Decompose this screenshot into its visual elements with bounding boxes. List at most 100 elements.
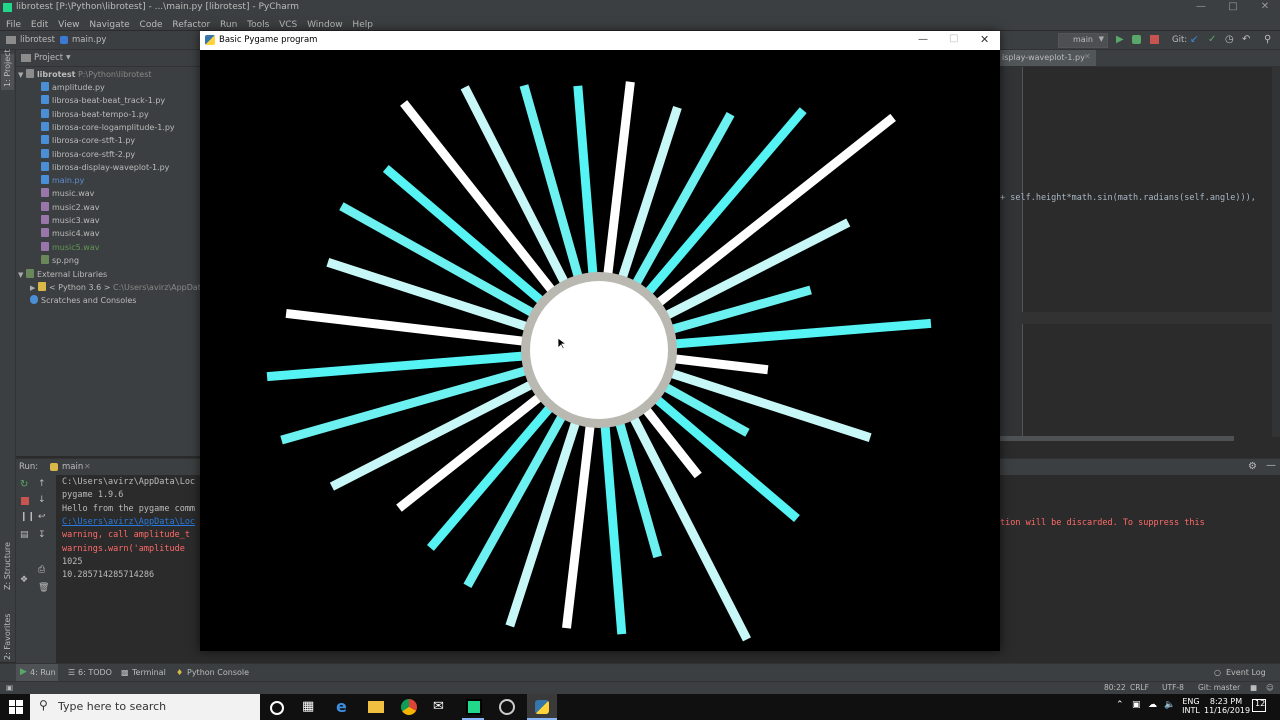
status-layout-icon[interactable]: ▣ <box>6 683 13 692</box>
chrome-icon[interactable] <box>401 699 417 715</box>
file-item[interactable]: music.wav <box>41 187 94 200</box>
task-view-icon[interactable]: ▦ <box>302 699 318 715</box>
run-tool-tab[interactable]: 4: Run ▶ <box>16 664 58 682</box>
pycharm-taskbar-icon[interactable] <box>466 699 482 715</box>
run-config-select[interactable]: main ▼ <box>1058 33 1108 48</box>
pygame-canvas[interactable] <box>200 50 1000 651</box>
file-encoding[interactable]: UTF-8 <box>1162 683 1184 692</box>
debug-icon[interactable] <box>1132 35 1141 44</box>
menu-refactor[interactable]: Refactor <box>172 20 210 30</box>
scroll-to-end-icon[interactable]: ↧ <box>38 530 46 540</box>
pygame-close-icon[interactable]: ✕ <box>980 33 989 46</box>
layout-icon[interactable]: ▤ <box>20 530 29 540</box>
clock[interactable]: 8:23 PM 11/16/2019 <box>1204 697 1250 715</box>
project-tool-button[interactable]: 1: Project <box>1 49 14 90</box>
print-icon[interactable]: ⎙ <box>38 565 45 575</box>
file-item[interactable]: librosa-core-logamplitude-1.py <box>41 121 175 134</box>
tree-scratches[interactable]: Scratches and Consoles <box>30 294 136 307</box>
menu-view[interactable]: View <box>58 20 79 30</box>
soft-wrap-icon[interactable]: ↩ <box>38 512 46 522</box>
line-separator[interactable]: CRLF <box>1130 683 1149 692</box>
minimize-panel-icon[interactable]: — <box>1266 460 1276 471</box>
trash-icon[interactable]: 🗑 <box>38 583 49 593</box>
volume-icon[interactable]: 🔈 <box>1164 700 1175 710</box>
file-item[interactable]: librosa-core-stft-2.py <box>41 148 135 161</box>
menu-file[interactable]: File <box>6 20 21 30</box>
rerun-icon[interactable]: ↻ <box>20 479 28 490</box>
menu-code[interactable]: Code <box>140 20 163 30</box>
tree-python-sdk[interactable]: ▶ < Python 3.6 > C:\Users\avirz\AppData\… <box>30 281 218 294</box>
ide-close-icon[interactable]: ✕ <box>1250 1 1280 12</box>
memory-indicator-icon[interactable]: ☺ <box>1266 683 1274 692</box>
file-item[interactable]: librosa-beat-beat_track-1.py <box>41 94 165 107</box>
language-indicator[interactable]: ENG INTL <box>1180 697 1202 715</box>
pygame-title-bar[interactable]: Basic Pygame program — □ ✕ <box>200 31 1000 50</box>
pause-icon[interactable]: ❙❙ <box>20 512 35 522</box>
project-view-select[interactable]: Project <box>34 53 63 63</box>
favorites-tool-label[interactable]: 2: Favorites <box>3 614 12 660</box>
mail-icon[interactable]: ✉ <box>433 699 449 715</box>
git-history-icon[interactable]: ◷ <box>1225 34 1234 45</box>
run-icon[interactable]: ▶ <box>1116 34 1124 45</box>
up-arrow-icon[interactable]: ↑ <box>38 479 46 489</box>
file-item[interactable]: music3.wav <box>41 214 99 227</box>
action-center-icon[interactable]: 12 <box>1252 699 1266 712</box>
taskbar-search-box[interactable]: ⚲ Type here to search <box>30 694 260 720</box>
file-item[interactable]: librosa-core-stft-1.py <box>41 134 135 147</box>
structure-tool-label[interactable]: Z: Structure <box>3 542 12 590</box>
file-explorer-icon[interactable] <box>368 701 384 713</box>
file-item[interactable]: main.py <box>41 174 84 187</box>
file-item[interactable]: librosa-beat-tempo-1.py <box>41 108 149 121</box>
network-icon[interactable]: ▣ <box>1132 700 1141 710</box>
caret-position[interactable]: 80:22 <box>1104 683 1126 692</box>
run-tab-label[interactable]: main <box>62 462 83 472</box>
pygame-minimize-icon[interactable]: — <box>918 34 928 45</box>
pin-icon[interactable]: ❖ <box>20 575 28 585</box>
menu-edit[interactable]: Edit <box>31 20 48 30</box>
menu-navigate[interactable]: Navigate <box>89 20 129 30</box>
python-taskbar-active[interactable] <box>527 694 557 720</box>
pygame-maximize-icon[interactable]: □ <box>949 33 958 44</box>
stop-icon[interactable] <box>1150 35 1159 44</box>
terminal-tool-tab[interactable]: Terminal <box>132 668 166 677</box>
menu-help[interactable]: Help <box>352 20 373 30</box>
file-item[interactable]: amplitude.py <box>41 81 105 94</box>
tree-external-libraries[interactable]: ▼ External Libraries <box>18 268 107 281</box>
windows-start-icon[interactable] <box>9 700 23 714</box>
editor-tab[interactable]: isplay-waveplot-1.py ✕ <box>1000 50 1096 66</box>
cortana-icon[interactable] <box>270 701 284 715</box>
chevron-down-icon[interactable]: ▼ <box>66 54 71 61</box>
menu-vcs[interactable]: VCS <box>279 20 297 30</box>
lock-icon[interactable]: ■ <box>1250 683 1257 692</box>
file-item[interactable]: librosa-display-waveplot-1.py <box>41 161 169 174</box>
console-output[interactable]: C:\Users\avirz\AppData\Loc pygame 1.9.6 He… <box>62 477 202 657</box>
menu-run[interactable]: Run <box>220 20 237 30</box>
ide-minimize-icon[interactable]: — <box>1186 1 1216 12</box>
obs-icon[interactable] <box>499 699 515 715</box>
git-revert-icon[interactable]: ↶ <box>1242 34 1250 45</box>
menu-window[interactable]: Window <box>307 20 343 30</box>
stop-icon[interactable] <box>21 497 29 505</box>
editor-area[interactable]: isplay-waveplot-1.py ✕ + self.height*mat… <box>1000 50 1280 456</box>
edge-browser-icon[interactable]: e <box>336 697 352 716</box>
file-item[interactable]: music4.wav <box>41 227 99 240</box>
file-item[interactable]: music2.wav <box>41 201 99 214</box>
editor-horizontal-scrollbar[interactable] <box>1000 436 1234 441</box>
ide-maximize-icon[interactable]: □ <box>1218 1 1248 12</box>
todo-tool-tab[interactable]: 6: TODO <box>78 668 112 677</box>
search-everywhere-icon[interactable]: ⚲ <box>1264 34 1271 45</box>
editor-scrollbar[interactable] <box>1272 67 1280 437</box>
close-icon[interactable]: ✕ <box>1084 52 1091 61</box>
breadcrumb-project[interactable]: librotest <box>20 35 55 45</box>
git-branch[interactable]: Git: master <box>1198 683 1240 692</box>
breadcrumb-file[interactable]: main.py <box>72 35 106 45</box>
close-icon[interactable]: ✕ <box>84 462 91 471</box>
git-commit-icon[interactable]: ✓ <box>1208 34 1216 45</box>
down-arrow-icon[interactable]: ↓ <box>38 495 46 505</box>
tray-chevron-up-icon[interactable]: ⌃ <box>1116 700 1124 710</box>
menu-tools[interactable]: Tools <box>247 20 269 30</box>
gear-icon[interactable]: ⚙ <box>1248 461 1257 472</box>
git-update-icon[interactable]: ↙ <box>1190 34 1198 45</box>
event-log-tool-tab[interactable]: Event Log <box>1226 668 1266 677</box>
file-item[interactable]: music5.wav <box>41 241 99 254</box>
